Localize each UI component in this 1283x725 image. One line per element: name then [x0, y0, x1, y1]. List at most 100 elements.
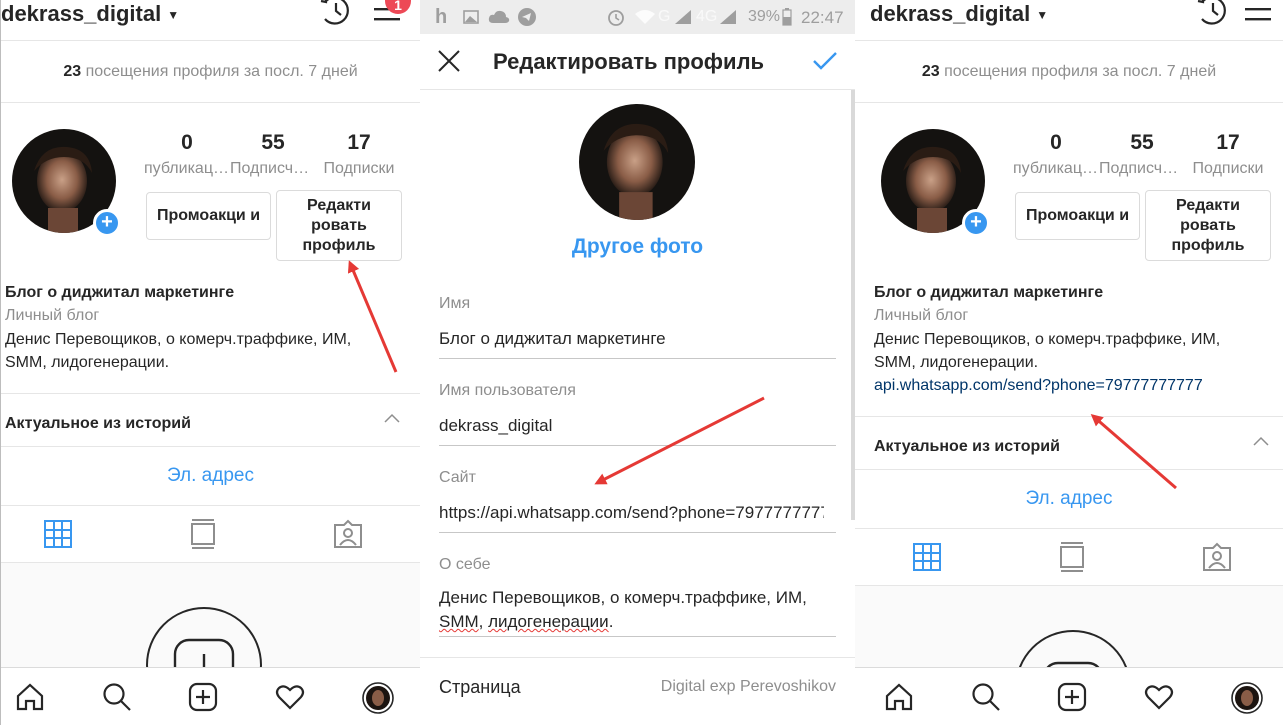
add-first-post-icon[interactable] — [145, 606, 263, 676]
alarm-icon — [608, 10, 624, 26]
following-label[interactable]: Подписки — [316, 160, 402, 178]
email-button[interactable]: Эл. адрес — [855, 488, 1283, 510]
feed-icon[interactable] — [1059, 542, 1085, 572]
cloud-icon — [488, 10, 510, 23]
bio-separator: , — [478, 612, 489, 631]
heart-icon[interactable] — [1144, 682, 1174, 712]
add-post-icon[interactable] — [188, 682, 218, 712]
close-icon[interactable] — [437, 49, 461, 73]
followers-count[interactable]: 55 — [230, 131, 316, 155]
wifi-icon — [635, 10, 655, 24]
add-story-plus-icon[interactable]: + — [962, 209, 990, 237]
visits-text: посещения профиля за посл. 7 дней — [85, 63, 358, 80]
highlights-title[interactable]: Актуальное из историй — [5, 415, 191, 433]
grid-icon[interactable] — [913, 543, 941, 571]
page-setting-label[interactable]: Страница — [439, 677, 521, 698]
following-count[interactable]: 17 — [1185, 131, 1271, 155]
followers-label[interactable]: Подписчики — [1099, 160, 1185, 178]
bio-text: Денис Перевощиков, о комерч.траффике, ИМ… — [874, 331, 1221, 371]
edit-profile-button[interactable]: Редакти ровать профиль — [1145, 190, 1271, 261]
followers-count[interactable]: 55 — [1099, 131, 1185, 155]
chevron-down-icon: ▼ — [1036, 8, 1049, 23]
chevron-up-icon[interactable] — [383, 412, 401, 424]
profile-panel-right: dekrass_digital ▼ 23 посещения профиля за… — [855, 0, 1283, 725]
bio-field[interactable]: Денис Перевощиков, о комерч.траффике, ИМ… — [439, 586, 836, 634]
posts-count: 0 — [181, 131, 193, 154]
search-icon[interactable] — [102, 682, 132, 712]
bio-name: Блог о диджитал маркетинге — [874, 284, 1104, 301]
username: dekrass_digital — [1, 1, 162, 26]
username-field[interactable]: dekrass_digital — [439, 416, 836, 436]
app-h-icon: h — [435, 6, 448, 28]
signal-icon — [675, 10, 691, 24]
feed-icon[interactable] — [190, 519, 216, 549]
home-icon[interactable] — [15, 682, 45, 712]
empty-posts-area — [1, 563, 420, 676]
edit-avatar[interactable] — [579, 104, 695, 220]
posts-count: 0 — [1050, 131, 1062, 154]
chevron-up-icon[interactable] — [1252, 435, 1270, 447]
email-button[interactable]: Эл. адрес — [1, 465, 420, 487]
visits-text: посещения профиля за посл. 7 дней — [944, 63, 1217, 80]
home-icon[interactable] — [884, 682, 914, 712]
username-switcher[interactable]: dekrass_digital ▼ — [1, 1, 179, 27]
edit-profile-header: Редактировать профиль — [420, 34, 855, 90]
profile-panel-left: dekrass_digital ▼ 1 23 посещения профиля … — [0, 0, 420, 725]
name-field-label: Имя — [439, 295, 471, 312]
g-network-label: G — [658, 8, 671, 25]
promotions-button[interactable]: Промоакци и — [1015, 192, 1140, 240]
bio-category: Личный блог — [874, 307, 969, 324]
tagged-icon[interactable] — [333, 519, 363, 549]
status-bar: h G 4G 39% 22:47 — [420, 0, 855, 34]
signal-icon-2 — [720, 10, 736, 24]
battery-icon — [782, 8, 792, 26]
tagged-icon[interactable] — [1202, 542, 1232, 572]
add-post-icon[interactable] — [1057, 682, 1087, 712]
menu-icon[interactable] — [1243, 0, 1273, 26]
bio-category: Личный блог — [5, 307, 100, 324]
page-title: Редактировать профиль — [493, 49, 765, 74]
bio-end: . — [608, 612, 614, 631]
check-icon[interactable] — [812, 50, 838, 72]
highlights-title[interactable]: Актуальное из историй — [874, 438, 1060, 456]
visits-count: 23 — [921, 63, 940, 80]
posts-label: публикации — [1013, 160, 1099, 177]
chevron-down-icon: ▼ — [167, 8, 180, 23]
promotions-button[interactable]: Промоакци и — [146, 192, 271, 240]
search-icon[interactable] — [971, 682, 1001, 712]
telegram-icon — [518, 8, 536, 26]
grid-icon[interactable] — [44, 520, 72, 548]
profile-visits-insight[interactable]: 23 посещения профиля за посл. 7 дней — [855, 63, 1283, 81]
following-label[interactable]: Подписки — [1185, 160, 1271, 178]
following-count[interactable]: 17 — [316, 131, 402, 155]
image-icon — [463, 10, 479, 24]
followers-label[interactable]: Подписчики — [230, 160, 316, 178]
profile-icon[interactable] — [362, 682, 394, 714]
username: dekrass_digital — [870, 1, 1031, 26]
add-story-plus-icon[interactable]: + — [93, 209, 121, 237]
bio-field-label: О себе — [439, 556, 491, 573]
bio-text: Денис Перевощиков, о комерч.траффике, ИМ… — [5, 331, 352, 371]
bio-word-smm: SMM — [439, 612, 479, 631]
network-type: 4G — [696, 8, 718, 25]
name-field[interactable]: Блог о диджитал маркетинге — [439, 329, 836, 349]
profile-visits-insight[interactable]: 23 посещения профиля за посл. 7 дней — [1, 63, 420, 81]
bio-name: Блог о диджитал маркетинге — [5, 284, 235, 301]
bottom-navigation — [1, 667, 420, 725]
edit-profile-button[interactable]: Редакти ровать профиль — [276, 190, 402, 261]
page-setting-value[interactable]: Digital exp Perevoshikov — [652, 678, 836, 696]
bio-website-link[interactable]: api.whatsapp.com/send?phone=79777777777 — [874, 377, 1203, 395]
heart-icon[interactable] — [275, 682, 305, 712]
empty-posts-area — [855, 586, 1283, 669]
visits-count: 23 — [63, 63, 82, 80]
username-switcher[interactable]: dekrass_digital ▼ — [870, 1, 1048, 27]
history-icon[interactable] — [1196, 0, 1230, 28]
website-field-label: Сайт — [439, 469, 476, 486]
username-field-label: Имя пользователя — [439, 382, 576, 399]
change-photo-button[interactable]: Другое фото — [420, 235, 855, 259]
profile-icon[interactable] — [1231, 682, 1263, 714]
website-field[interactable]: https://api.whatsapp.com/send?phone=7977… — [439, 503, 824, 523]
add-first-post-icon[interactable] — [1014, 629, 1132, 669]
history-icon[interactable] — [319, 0, 353, 28]
bio-word-leadgen: лидогенерации — [488, 612, 609, 631]
